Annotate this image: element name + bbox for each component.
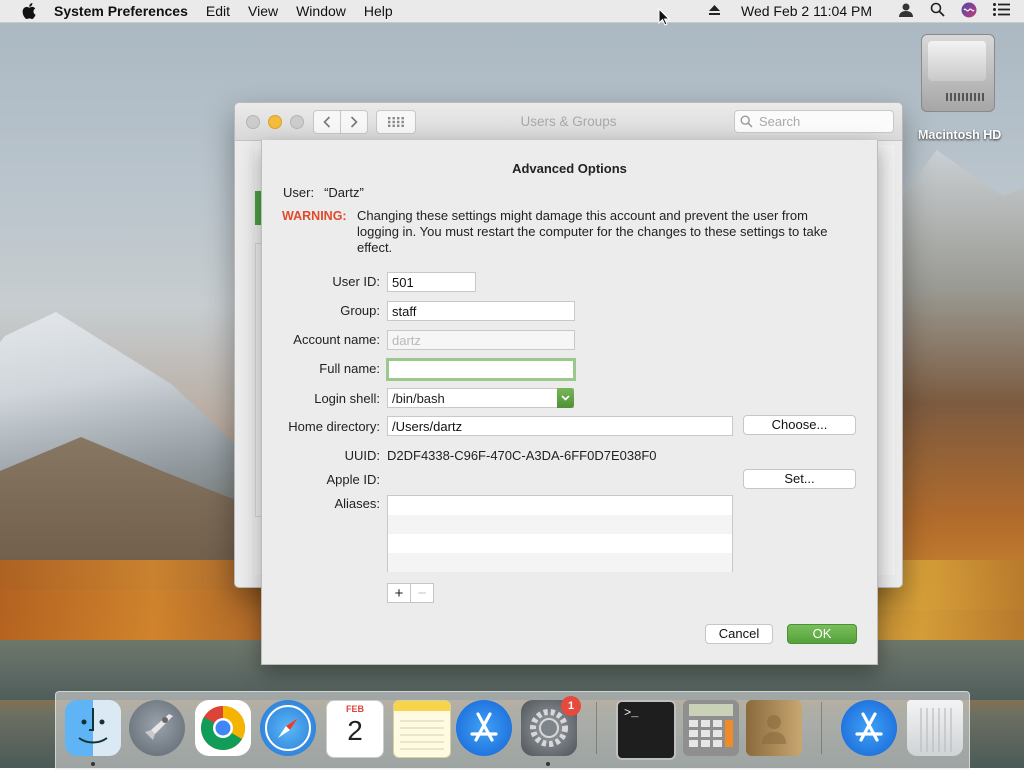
full-name-field[interactable] [386, 358, 576, 381]
hard-drive-icon [921, 34, 995, 112]
warning-text: Changing these settings might damage thi… [357, 208, 828, 255]
eject-icon[interactable] [708, 3, 721, 19]
terminal-prompt: >_ [624, 706, 639, 720]
login-shell-popup[interactable]: /bin/bash [387, 388, 574, 408]
launchpad-icon[interactable] [129, 700, 185, 756]
warning-label: WARNING: [282, 209, 347, 223]
siri-icon[interactable] [961, 2, 977, 21]
add-alias-button[interactable]: + [387, 583, 411, 603]
notification-badge: 1 [561, 696, 581, 716]
home-directory-field[interactable]: /Users/dartz [387, 416, 733, 436]
login-shell-value: /bin/bash [392, 391, 445, 406]
aliases-label: Aliases: [334, 496, 380, 511]
user-account-icon[interactable] [898, 2, 914, 21]
dock-separator [596, 702, 597, 754]
menu-window[interactable]: Window [296, 3, 346, 19]
dock-separator [821, 702, 822, 754]
search-icon [740, 115, 753, 128]
aliases-row[interactable] [388, 496, 732, 515]
calendar-day: 2 [347, 715, 363, 746]
sheet-title: Advanced Options [512, 161, 627, 176]
user-value: “Dartz” [324, 185, 364, 200]
menu-view[interactable]: View [248, 3, 278, 19]
app-store-icon[interactable] [456, 700, 512, 756]
apple-menu-icon[interactable] [20, 3, 38, 19]
user-id-label: User ID: [332, 274, 380, 289]
user-line: User: “Dartz” [283, 185, 364, 200]
finder-icon[interactable] [65, 700, 121, 756]
notes-icon[interactable] [393, 700, 451, 758]
aliases-row[interactable] [388, 515, 732, 534]
menu-clock[interactable]: Wed Feb 2 11:04 PM [741, 3, 872, 19]
menu-app-name[interactable]: System Preferences [54, 3, 188, 19]
system-preferences-icon[interactable]: 1 [521, 696, 581, 756]
calculator-icon[interactable] [683, 700, 739, 756]
ok-button[interactable]: OK [787, 624, 857, 644]
apple-id-label: Apple ID: [326, 472, 380, 487]
aliases-add-remove: + − [387, 583, 434, 603]
uuid-label: UUID: [344, 448, 380, 463]
search-placeholder: Search [759, 114, 801, 129]
group-label: Group: [340, 303, 380, 318]
user-label: User: [283, 185, 315, 200]
system-preferences-running-indicator [546, 762, 550, 766]
login-shell-label: Login shell: [314, 391, 380, 406]
uuid-value: D2DF4338-C96F-470C-A3DA-6FF0D7E038F0 [387, 448, 657, 463]
menu-bar: System Preferences Edit View Window Help… [0, 0, 1024, 23]
account-name-label: Account name: [293, 332, 380, 347]
account-name-field: dartz [387, 330, 575, 350]
aliases-list[interactable] [387, 495, 733, 572]
calendar-month: FEB [346, 704, 364, 714]
remove-alias-button[interactable]: − [411, 583, 434, 603]
app-store-stack-icon[interactable] [841, 700, 897, 756]
window-titlebar: Users & Groups Search [235, 103, 902, 141]
contacts-icon[interactable] [746, 700, 802, 756]
finder-running-indicator [91, 762, 95, 766]
notification-center-icon[interactable] [993, 3, 1010, 19]
set-apple-id-button[interactable]: Set... [743, 469, 856, 489]
spotlight-search-icon[interactable] [930, 2, 945, 20]
mouse-pointer-icon [658, 7, 671, 29]
advanced-options-sheet: Advanced Options User: “Dartz” WARNING: C… [261, 140, 878, 665]
preferences-search-field[interactable]: Search [734, 110, 894, 133]
calendar-icon[interactable]: FEB 2 [326, 700, 384, 758]
menu-help[interactable]: Help [364, 3, 393, 19]
cancel-button[interactable]: Cancel [705, 624, 773, 644]
dock: FEB 2 1 >_ [55, 691, 970, 770]
home-directory-label: Home directory: [288, 419, 380, 434]
chevron-down-icon [557, 388, 574, 408]
trash-icon[interactable] [907, 700, 963, 756]
drive-label: Macintosh HD [918, 128, 1002, 142]
choose-button[interactable]: Choose... [743, 415, 856, 435]
terminal-icon[interactable]: >_ [616, 700, 676, 760]
user-id-field[interactable]: 501 [387, 272, 476, 292]
aliases-row[interactable] [388, 553, 732, 572]
menu-edit[interactable]: Edit [206, 3, 230, 19]
full-name-label: Full name: [319, 361, 380, 376]
chrome-icon[interactable] [195, 700, 251, 756]
aliases-row[interactable] [388, 534, 732, 553]
desktop-drive-item[interactable]: Macintosh HD [918, 34, 1002, 142]
safari-icon[interactable] [260, 700, 316, 756]
group-field[interactable]: staff [387, 301, 575, 321]
